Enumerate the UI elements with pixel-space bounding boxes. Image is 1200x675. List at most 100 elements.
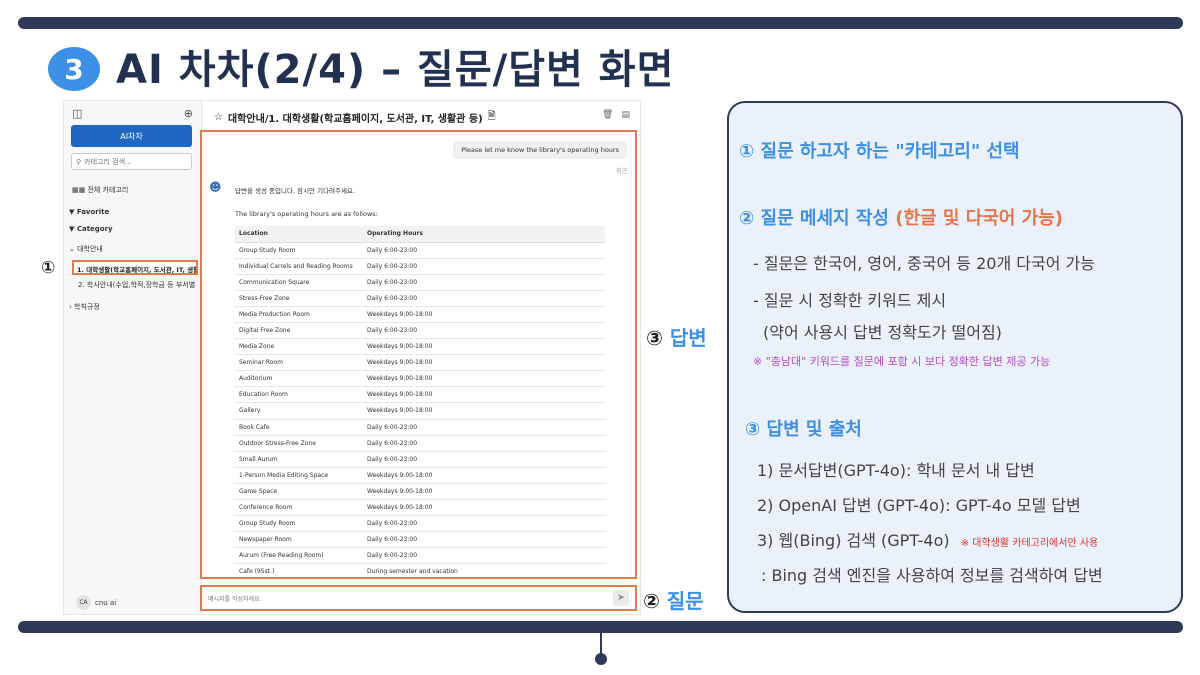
panel-heading-question: ② 질문 메세지 작성 (한글 및 다국어 가능) [739, 204, 1063, 230]
message-input-area: ➤ [200, 585, 637, 611]
document-icon[interactable]: 🗎 [488, 109, 496, 126]
table-row: Auditorium Weekdays 9:00-18:00 [235, 370, 605, 388]
location-cell: Cafe (95st.) [235, 563, 363, 577]
table-row: Stress-Free Zone Daily 6:00-23:00 [235, 290, 605, 307]
trash-icon[interactable]: 🗑 [602, 110, 613, 120]
location-cell: Auditorium [235, 370, 363, 388]
panel-heading-answer: ③ 답변 및 출처 [745, 419, 862, 440]
table-row: Seminar Room Weekdays 9:00-18:00 [235, 354, 605, 372]
hours-cell: During semester and vacation [363, 563, 605, 577]
table-row: Outdoor Stress-Free Zone Daily 6:00-23:00 [235, 435, 605, 452]
bot-answer-intro: The library's operating hours are as fol… [235, 210, 378, 218]
table-row: Media Production Room Weekdays 9:00-18:00 [235, 306, 605, 323]
panel-heading-question-accent: (한글 및 다국어 가능) [895, 208, 1063, 229]
category-search[interactable]: ⚲ [71, 153, 192, 170]
all-categories-link[interactable]: ▦▦ 전체 카테고리 [72, 185, 128, 195]
table-row: Game Space Weekdays 9:00-18:00 [235, 483, 605, 501]
table-row: Gallery Weekdays 9:00-18:00 [235, 402, 605, 420]
group-label: 대학안내 [77, 245, 103, 253]
hours-cell: Weekdays 9:00-18:00 [363, 499, 605, 517]
hours-cell: Daily 6:00-23:00 [363, 531, 605, 549]
table-row: Group Study Room Daily 6:00-23:00 [235, 515, 605, 533]
explanation-panel: ① 질문 하고자 하는 "카테고리" 선택 ② 질문 메세지 작성 (한글 및 … [727, 101, 1183, 613]
group-regulations[interactable]: › 학칙규정 [69, 302, 100, 312]
question-callout-label: 질문 [666, 589, 704, 613]
table-row: Newspaper Room Daily 6:00-23:00 [235, 531, 605, 549]
bot-avatar-icon: ☻ [209, 180, 222, 194]
location-cell: Game Space [235, 483, 363, 501]
bot-status-text: 답변을 생성 중입니다. 잠시만 기다려주세요. [235, 187, 356, 195]
callout-marker-1: ① [41, 258, 56, 278]
panel-bullet-keywords: - 질문 시 정확한 키워드 제시 [753, 291, 947, 310]
location-cell: Group Study Room [235, 242, 363, 259]
bottom-divider-bar [18, 621, 1183, 633]
group-university-guide[interactable]: ⌄ 대학안내 [69, 244, 103, 254]
column-header-hours: Operating Hours [363, 226, 605, 243]
question-callout-marker: ② [643, 589, 660, 613]
caret-down-icon: ▼ [69, 208, 75, 216]
location-cell: Gallery [235, 402, 363, 420]
user-message-bubble: Please let me know the library's operati… [453, 141, 627, 159]
header-actions: 🗑 ▤ [602, 110, 630, 120]
panel-source-bing-desc: : Bing 검색 엔진을 사용하여 정보를 검색하여 답변 [761, 566, 1103, 585]
chevron-down-icon: ⌄ [69, 245, 75, 253]
location-cell: Group Study Room [235, 515, 363, 533]
table-row: Individual Carrels and Reading Rooms Dail… [235, 258, 605, 275]
table-row: Cafe (95st.) During semester and vacation [235, 563, 605, 577]
user-name: cnu ai [95, 598, 117, 607]
panel-source-bing: 3) 웹(Bing) 검색 (GPT-4o) ※ 대학생활 카테고리에서만 사용 [757, 527, 1098, 551]
favorite-section-toggle[interactable]: ▼ Favorite [69, 208, 109, 216]
user-profile[interactable]: CA cnu ai [76, 595, 116, 610]
table-body: Group Study Room Daily 6:00-23:00 Individu… [235, 242, 605, 577]
category-section-toggle[interactable]: ▼ Category [69, 225, 113, 233]
location-cell: Communication Square [235, 274, 363, 291]
new-chat-button[interactable]: AI차차 [71, 125, 192, 147]
location-cell: Media Zone [235, 338, 363, 356]
location-cell: Media Production Room [235, 306, 363, 323]
table-row: Small Aurum Daily 6:00-23:00 [235, 451, 605, 468]
avatar: CA [76, 595, 91, 610]
table-row: Media Zone Weekdays 9:00-18:00 [235, 338, 605, 356]
location-cell: Small Aurum [235, 451, 363, 468]
star-icon[interactable]: ☆ [214, 112, 223, 123]
hours-cell: Daily 6:00-23:00 [363, 242, 605, 259]
chevron-right-icon: › [69, 303, 72, 311]
step-number-badge: 3 [48, 47, 100, 91]
location-cell: Book Cafe [235, 419, 363, 436]
hours-cell: Weekdays 9:00-18:00 [363, 467, 605, 484]
sidebar-item-academic-guide[interactable]: 2. 학사안내(수업,학적,장학금 등 부서별 안내) [78, 280, 196, 290]
table-header-row: Location Operating Hours [235, 226, 605, 243]
hours-cell: Weekdays 9:00-18:00 [363, 386, 605, 404]
question-callout: ② 질문 [643, 585, 704, 614]
panel-source-openai: 2) OpenAI 답변 (GPT-4o): GPT-4o 모델 답변 [757, 496, 1081, 515]
hours-cell: Daily 6:00-23:00 [363, 547, 605, 565]
grid-icon: ▦▦ [72, 186, 86, 194]
category-search-input[interactable] [84, 157, 185, 166]
table-row: Conference Room Weekdays 9:00-18:00 [235, 499, 605, 517]
location-cell: Aurum (Free Reading Room) [235, 547, 363, 565]
new-chat-plus-icon[interactable]: ⊕ [184, 107, 193, 120]
page-title: AI 차차(2/4) – 질문/답변 화면 [116, 47, 675, 93]
sidebar-toggle-icon[interactable]: ◫ [72, 107, 82, 120]
panel-source-bing-text: 3) 웹(Bing) 검색 (GPT-4o) [757, 531, 950, 550]
hours-cell: Weekdays 9:00-18:00 [363, 306, 605, 323]
sidebar-item-campus-life[interactable]: 1. 대학생활(학교홈페이지, 도서관, IT, 생활관 등) [72, 260, 198, 275]
message-timestamp: 최근 [615, 168, 627, 175]
top-divider-bar [18, 17, 1183, 29]
location-cell: Outdoor Stress-Free Zone [235, 435, 363, 452]
chat-header: ☆ 대학안내/1. 대학생활(학교홈페이지, 도서관, IT, 생활관 등) 🗎 [214, 109, 634, 126]
bottom-connector-dot [595, 653, 607, 665]
location-cell: Digital Free Zone [235, 322, 363, 340]
message-input[interactable] [208, 593, 606, 605]
location-cell: Newspaper Room [235, 531, 363, 549]
sidebar: ◫ ⊕ AI차차 ⚲ ▦▦ 전체 카테고리 ▼ Favorite ▼ Categ… [64, 101, 202, 614]
location-cell: Conference Room [235, 499, 363, 517]
panel-source-bing-note: ※ 대학생활 카테고리에서만 사용 [960, 538, 1099, 549]
search-icon: ⚲ [76, 157, 82, 166]
location-cell: Seminar Room [235, 354, 363, 372]
panel-heading-category: ① 질문 하고자 하는 "카테고리" 선택 [739, 141, 1020, 162]
send-button[interactable]: ➤ [613, 590, 629, 606]
hours-cell: Daily 6:00-23:00 [363, 419, 605, 436]
location-cell: Education Room [235, 386, 363, 404]
archive-icon[interactable]: ▤ [621, 110, 630, 120]
